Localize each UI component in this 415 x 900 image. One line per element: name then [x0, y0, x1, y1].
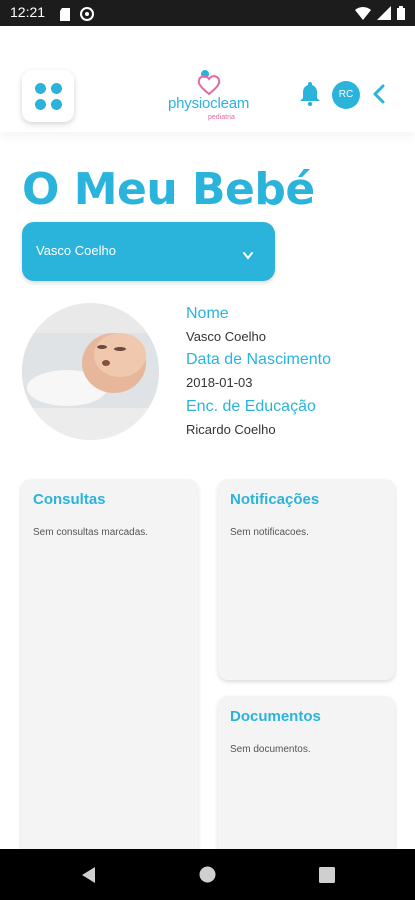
grid-dot-icon [51, 83, 62, 94]
guardian-label: Enc. de Educação [186, 398, 316, 415]
user-avatar[interactable]: RC [332, 81, 360, 109]
system-navigation-bar [0, 849, 415, 900]
nav-home-icon[interactable] [199, 866, 216, 887]
app-logo: physiocleam pediatria [168, 68, 250, 126]
notificacoes-card[interactable]: Notificações Sem notificacoes. [218, 479, 395, 680]
status-time: 12:21 [10, 4, 46, 20]
logo-heart-icon [197, 70, 221, 96]
page-title: O Meu Bebé [22, 164, 315, 215]
battery-icon [397, 5, 405, 24]
child-select[interactable]: Vasco Coelho [22, 222, 275, 281]
signal-icon [377, 5, 391, 24]
consultas-card[interactable]: Consultas Sem consultas marcadas. [21, 479, 198, 859]
documentos-card[interactable]: Documentos Sem documentos. [218, 696, 395, 859]
birth-date-value: 2018-01-03 [186, 375, 253, 390]
brand-name: physiocleam [168, 95, 250, 112]
nav-back-icon[interactable] [80, 866, 96, 888]
grid-dot-icon [51, 99, 62, 110]
status-bar: 12:21 [0, 0, 415, 26]
guardian-value: Ricardo Coelho [186, 422, 276, 437]
child-photo [22, 303, 159, 440]
grid-dot-icon [35, 99, 46, 110]
documentos-empty-text: Sem documentos. [230, 744, 311, 755]
name-label: Nome [186, 305, 229, 322]
child-select-value: Vasco Coelho [36, 243, 116, 258]
notificacoes-empty-text: Sem notificacoes. [230, 527, 309, 538]
chevron-down-icon [243, 245, 253, 264]
chevron-left-icon[interactable] [372, 84, 386, 108]
documentos-title: Documentos [230, 708, 321, 725]
birth-date-label: Data de Nascimento [186, 351, 331, 368]
at-icon [80, 6, 94, 25]
name-value: Vasco Coelho [186, 329, 266, 344]
brand-subtitle: pediatria [208, 114, 235, 121]
sd-card-icon [60, 6, 70, 25]
consultas-title: Consultas [33, 491, 106, 508]
app-header: physiocleam pediatria RC [0, 60, 415, 132]
grid-dot-icon [35, 83, 46, 94]
wifi-icon [355, 5, 371, 24]
menu-button[interactable] [22, 70, 74, 122]
notifications-bell-icon[interactable] [298, 80, 322, 110]
nav-recents-icon[interactable] [319, 867, 335, 887]
consultas-empty-text: Sem consultas marcadas. [33, 527, 149, 538]
notificacoes-title: Notificações [230, 491, 320, 508]
